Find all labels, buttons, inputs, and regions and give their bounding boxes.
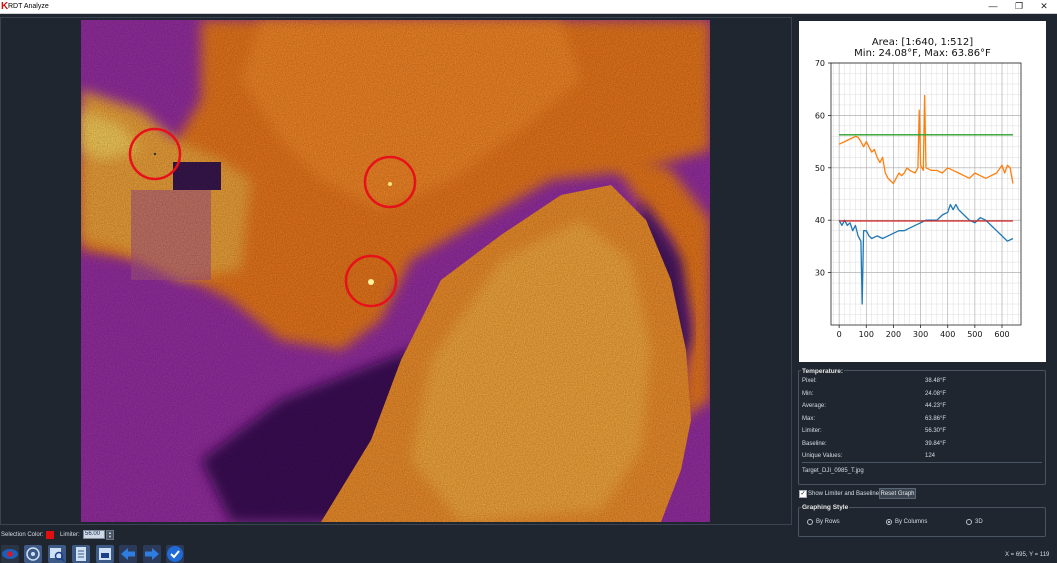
x-tick-label: 300 <box>913 330 928 339</box>
stat-row: Baseline: 39.84°F <box>802 440 1042 449</box>
stat-value: 38.48°F <box>925 378 947 384</box>
stat-label: Average: <box>802 403 826 409</box>
minimize-button[interactable]: — <box>980 0 1006 13</box>
line-chart: 0 100 200 300 400 500 600 30 40 50 60 70 <box>815 59 1022 339</box>
x-tick-label: 400 <box>940 330 955 339</box>
stat-value: 63.86°F <box>925 415 947 422</box>
stat-value: 124 <box>925 453 936 459</box>
arrow-right-icon[interactable] <box>143 545 161 563</box>
zoom-image-icon[interactable] <box>48 545 66 563</box>
by-rows-radio[interactable] <box>807 519 813 525</box>
export-image-icon[interactable] <box>96 545 114 563</box>
stat-row: Min: 24.08°F <box>802 390 1042 399</box>
limiter-spinner[interactable]: ▲ ▼ <box>106 530 114 540</box>
selection-color-swatch[interactable] <box>46 531 54 539</box>
stat-value: 24.08°F <box>925 390 947 397</box>
document-icon[interactable] <box>72 545 90 563</box>
stat-value: 44.23°F <box>925 403 947 409</box>
eye-icon[interactable] <box>1 545 19 563</box>
x-tick-label: 200 <box>886 330 901 339</box>
stat-row: Limiter: 56.30°F <box>802 427 1042 436</box>
divider <box>802 462 1042 463</box>
by-columns-label: By Columns <box>895 519 928 525</box>
temperature-graph: Area: [1:640, 1:512] Min: 24.08°F, Max: … <box>799 21 1046 362</box>
graphing-style-group: Graphing Style By Rows By Columns 3D <box>798 504 1046 537</box>
window-title: RDT Analyze <box>8 3 49 10</box>
y-tick-label: 30 <box>815 269 825 278</box>
y-tick-label: 60 <box>815 111 825 120</box>
x-tick-label: 0 <box>837 330 842 339</box>
y-tick-label: 70 <box>815 59 825 68</box>
3d-radio[interactable] <box>966 519 972 525</box>
stat-value: 56.30°F <box>925 428 947 434</box>
check-icon[interactable] <box>166 545 184 563</box>
maximize-button[interactable]: ❐ <box>1006 0 1032 13</box>
x-tick-label: 500 <box>967 330 982 339</box>
by-columns-radio[interactable] <box>886 519 892 525</box>
stat-label: Baseline: <box>802 440 827 447</box>
graphing-style-heading: Graphing Style <box>801 504 850 511</box>
stat-value: 39.84°F <box>925 440 947 447</box>
selection-color-label: Selection Color: <box>1 532 44 538</box>
stat-label: Pixel: <box>802 378 817 384</box>
3d-label: 3D <box>975 519 983 525</box>
stats-heading: Temperature: <box>801 368 845 375</box>
stat-label: Max: <box>802 415 816 422</box>
limiter-label: Limiter: <box>60 532 80 538</box>
close-button[interactable]: ✕ <box>1031 0 1057 13</box>
thermal-image-graphic <box>81 20 710 522</box>
stat-label: Limiter: <box>802 428 822 434</box>
x-tick-label: 600 <box>994 330 1009 339</box>
stat-row: Max: 63.86°F <box>802 415 1042 424</box>
y-tick-label: 50 <box>815 164 825 173</box>
title-bar: K RDT Analyze — ❐ ✕ <box>0 0 1057 14</box>
limiter-input[interactable] <box>83 530 105 539</box>
show-limiter-label: Show Limiter and Baseline <box>808 491 880 497</box>
stat-row: Average: 44.23°F <box>802 402 1042 411</box>
show-limiter-checkbox[interactable]: ✓ <box>799 490 807 498</box>
stat-row: Unique Values: 124 <box>802 452 1042 461</box>
target-icon[interactable] <box>24 545 42 563</box>
stat-label: Min: <box>802 390 814 397</box>
temperature-stats: Temperature: Pixel: 38.48°F Min: 24.08°F Ave… <box>798 368 1046 485</box>
file-name: Target_DJI_0985_T.jpg <box>802 468 864 474</box>
y-tick-label: 40 <box>815 216 825 225</box>
cursor-coordinates: X = 695, Y = 119 <box>1005 552 1050 558</box>
thermal-image[interactable] <box>81 20 710 522</box>
by-rows-label: By Rows <box>816 519 840 525</box>
stat-row: Pixel: 38.48°F <box>802 377 1042 386</box>
x-tick-label: 100 <box>859 330 874 339</box>
stat-label: Unique Values: <box>802 453 843 459</box>
reset-graph-button[interactable]: Reset Graph <box>879 488 916 499</box>
arrow-left-icon[interactable] <box>119 545 137 563</box>
